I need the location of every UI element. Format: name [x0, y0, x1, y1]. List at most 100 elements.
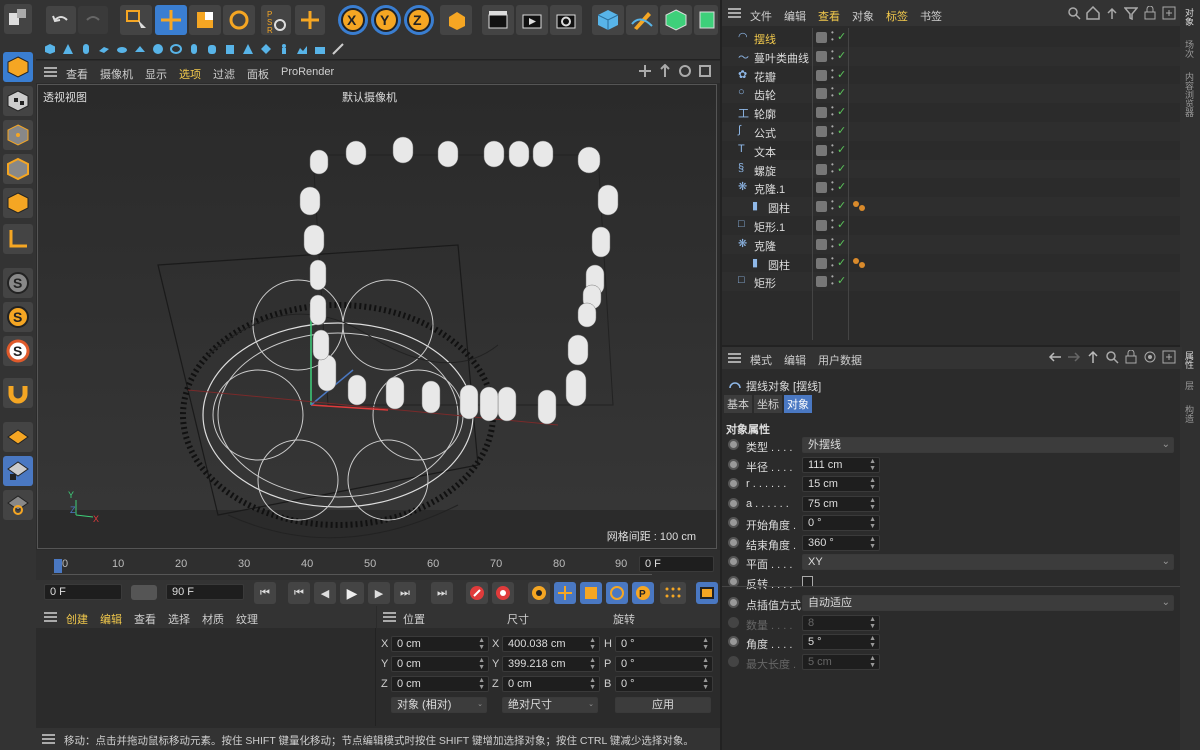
menu-cameras[interactable]: 摄像机	[94, 66, 139, 82]
visibility-dots[interactable]: • •	[831, 141, 834, 156]
menu-view[interactable]: 查看	[60, 66, 94, 82]
enabled-check-icon[interactable]: ✓	[837, 180, 846, 193]
enabled-check-icon[interactable]: ✓	[837, 30, 846, 43]
enabled-check-icon[interactable]: ✓	[837, 218, 846, 231]
object-row[interactable]: □ 矩形.1 • • ✓	[722, 215, 1180, 235]
psr-tool-icon[interactable]: PSR	[261, 5, 291, 35]
tab-objects[interactable]: 对象	[1183, 8, 1196, 26]
scale-tool-icon[interactable]	[189, 5, 221, 35]
magnet-icon[interactable]	[3, 378, 33, 408]
layer-toggle[interactable]	[816, 32, 827, 43]
frame-range-slider[interactable]	[131, 585, 157, 600]
points-mode-icon[interactable]	[3, 120, 33, 150]
menu-view[interactable]: 查看	[128, 611, 162, 627]
apply-button[interactable]: 应用	[615, 697, 711, 713]
animate-radio-icon[interactable]	[728, 458, 739, 470]
undo-button[interactable]	[46, 6, 76, 34]
point-level-key-icon[interactable]	[660, 582, 686, 604]
timeline-playhead[interactable]	[54, 559, 62, 573]
render-settings-icon[interactable]	[550, 5, 582, 35]
cone-icon[interactable]	[62, 43, 74, 55]
forward-arrow-icon[interactable]	[1067, 350, 1081, 364]
viewport-menu-icon[interactable]	[44, 67, 57, 77]
object-row[interactable]: T 文本 • • ✓	[722, 140, 1180, 160]
layer-toggle[interactable]	[816, 69, 827, 81]
enabled-check-icon[interactable]: ✓	[837, 143, 846, 156]
layer-toggle[interactable]	[816, 219, 827, 231]
layer-toggle[interactable]	[816, 125, 827, 137]
model-mode-icon[interactable]	[3, 52, 33, 82]
object-row[interactable]: ▮ 圆柱 • • ✓	[722, 253, 1180, 273]
attribute-field[interactable]: 111 cm ▲ ▼	[802, 456, 880, 473]
position-z-field[interactable]: 0 cm ▲ ▼	[391, 676, 489, 692]
attribute-dropdown[interactable]: XY ⌄	[802, 554, 1174, 570]
new-window-icon[interactable]	[1162, 350, 1176, 364]
snap-settings-icon[interactable]: S	[3, 302, 33, 332]
size-z-field[interactable]: 0 cm ▲ ▼	[502, 676, 600, 692]
menu-material[interactable]: 材质	[196, 611, 230, 627]
enabled-check-icon[interactable]: ✓	[837, 68, 846, 81]
attribute-field[interactable]: 360 ° ▲ ▼	[802, 534, 880, 551]
menu-view[interactable]: 查看	[812, 8, 846, 24]
relief-icon[interactable]	[314, 43, 326, 55]
animate-radio-icon[interactable]	[728, 636, 739, 647]
tag-icon[interactable]	[852, 200, 866, 215]
menu-user-data[interactable]: 用户数据	[812, 352, 868, 368]
object-menu-icon[interactable]	[728, 8, 741, 18]
maximize-view-icon[interactable]	[698, 64, 712, 78]
target-icon[interactable]	[1143, 350, 1157, 364]
layer-toggle[interactable]	[816, 201, 827, 213]
rotation-b-field[interactable]: 0 ° ▲ ▼	[615, 676, 713, 692]
sphere-icon[interactable]	[152, 43, 164, 55]
scale-key-icon[interactable]	[580, 582, 602, 604]
planar-workplane-icon[interactable]	[3, 490, 33, 520]
menu-filter[interactable]: 过滤	[207, 66, 241, 82]
object-row[interactable]: ✿ 花瓣 • • ✓	[722, 65, 1180, 85]
animate-radio-icon[interactable]	[728, 556, 739, 567]
visibility-dots[interactable]: • •	[831, 198, 834, 213]
start-frame-field[interactable]: 0 F	[44, 584, 122, 600]
object-row[interactable]: ▮ 圆柱 • • ✓	[722, 197, 1180, 216]
subdivision-surface-icon[interactable]	[660, 5, 692, 35]
app-logo-icon[interactable]	[4, 4, 32, 34]
attribute-dropdown[interactable]: 自动适应 ⌄	[802, 595, 1174, 611]
animate-radio-icon[interactable]	[728, 616, 739, 628]
object-row[interactable]: ❋ 克隆 • • ✓	[722, 234, 1180, 254]
size-y-field[interactable]: 399.218 cm ▲ ▼	[502, 656, 600, 672]
home-icon[interactable]	[1086, 6, 1100, 20]
snap-icon[interactable]: S	[3, 268, 33, 298]
pan-view-icon[interactable]	[638, 64, 652, 78]
enabled-check-icon[interactable]: ✓	[837, 274, 846, 287]
transform-tool-icon[interactable]	[295, 5, 325, 35]
attribute-dropdown[interactable]: 外摆线 ⌄	[802, 437, 1174, 453]
material-menu-icon[interactable]	[44, 612, 57, 622]
tab-structure[interactable]: 构造	[1183, 405, 1196, 423]
coordinate-mode-dropdown[interactable]: 对象 (相对) ⌄	[391, 697, 487, 713]
object-row[interactable]: ◠ 摆线 • • ✓	[722, 28, 1180, 47]
lock-icon[interactable]	[1124, 350, 1138, 364]
object-row[interactable]: 工轮廓 • • ✓	[722, 103, 1180, 122]
redo-button[interactable]	[78, 6, 108, 34]
tab-object[interactable]: 对象	[784, 395, 812, 413]
position-key-icon[interactable]	[554, 582, 576, 604]
new-window-icon[interactable]	[1162, 6, 1176, 20]
position-y-field[interactable]: 0 cm ▲ ▼	[391, 656, 489, 672]
workplane-snap-icon[interactable]: S	[3, 336, 33, 366]
visibility-dots[interactable]: • •	[831, 254, 834, 269]
z-axis-lock-icon[interactable]: Z	[404, 5, 434, 35]
bezier-icon[interactable]	[332, 43, 344, 55]
layer-toggle[interactable]	[816, 238, 827, 250]
menu-edit[interactable]: 编辑	[94, 611, 128, 627]
move-tool-icon[interactable]	[155, 5, 187, 35]
animate-radio-icon[interactable]	[728, 655, 739, 667]
layer-toggle[interactable]	[816, 163, 827, 175]
next-frame-icon[interactable]: ▶	[368, 582, 390, 604]
search-icon[interactable]	[1105, 350, 1119, 364]
texture-mode-icon[interactable]	[3, 86, 33, 116]
parameter-key-icon[interactable]: P	[632, 582, 654, 604]
menu-objects[interactable]: 对象	[846, 8, 880, 24]
visibility-dots[interactable]: • •	[831, 104, 834, 119]
animate-radio-icon[interactable]	[728, 575, 739, 587]
attribute-field[interactable]: 0 ° ▲ ▼	[802, 515, 880, 531]
workplane-icon[interactable]	[3, 422, 33, 452]
